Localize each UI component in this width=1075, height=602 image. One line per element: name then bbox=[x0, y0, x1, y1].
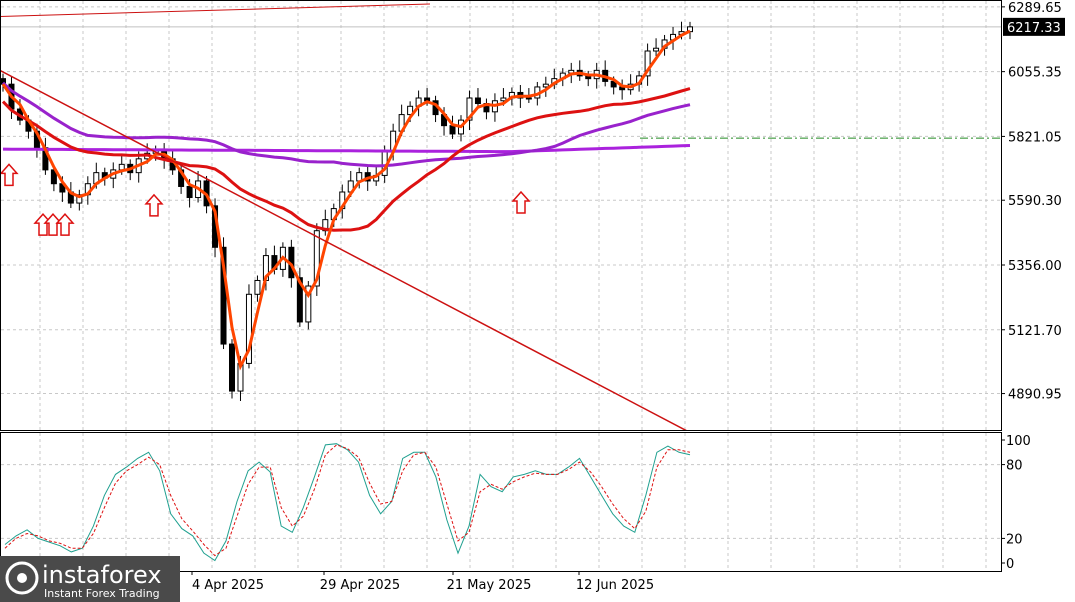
oscillator-tick-label: 80 bbox=[1006, 459, 1023, 474]
candle-bullish bbox=[653, 47, 660, 52]
y-tick-label: 6055.35 bbox=[1008, 66, 1062, 81]
y-tick-label: 5590.30 bbox=[1008, 194, 1062, 209]
logo-text: instaforex bbox=[42, 561, 162, 589]
x-tick-label: 4 Apr 2025 bbox=[192, 578, 264, 593]
candle-bearish bbox=[229, 343, 235, 392]
oscillator-tick-label: 20 bbox=[1006, 532, 1023, 547]
brand-logo: instaforex Instant Forex Trading bbox=[0, 556, 180, 602]
x-tick-label: 12 Jun 2025 bbox=[576, 578, 654, 593]
x-tick-label: 29 Apr 2025 bbox=[320, 578, 400, 593]
chart-svg[interactable]: 6289.65 6055.35 5821.05 5590.30 5356.00 5121.… bbox=[0, 0, 1075, 602]
y-tick-label: 5356.00 bbox=[1008, 259, 1062, 274]
y-tick-label: 6289.65 bbox=[1008, 1, 1062, 16]
candle-bearish bbox=[186, 185, 193, 199]
oscillator-tick-label: 0 bbox=[1006, 557, 1014, 572]
current-price-label: 6217.33 bbox=[1007, 21, 1061, 36]
x-tick-label: 21 May 2025 bbox=[447, 578, 532, 593]
oscillator-tick-label: 100 bbox=[1006, 434, 1031, 449]
candle-bullish bbox=[254, 279, 261, 295]
candle-bullish bbox=[525, 97, 532, 100]
chart-root: 6289.65 6055.35 5821.05 5590.30 5356.00 5121.… bbox=[0, 0, 1075, 602]
y-tick-label: 4890.95 bbox=[1008, 388, 1062, 403]
y-tick-label: 5821.05 bbox=[1008, 130, 1062, 145]
candle-bearish bbox=[474, 97, 481, 105]
y-tick-label: 5121.70 bbox=[1008, 324, 1062, 339]
logo-tagline: Instant Forex Trading bbox=[44, 587, 160, 600]
candle-bearish bbox=[449, 125, 456, 135]
